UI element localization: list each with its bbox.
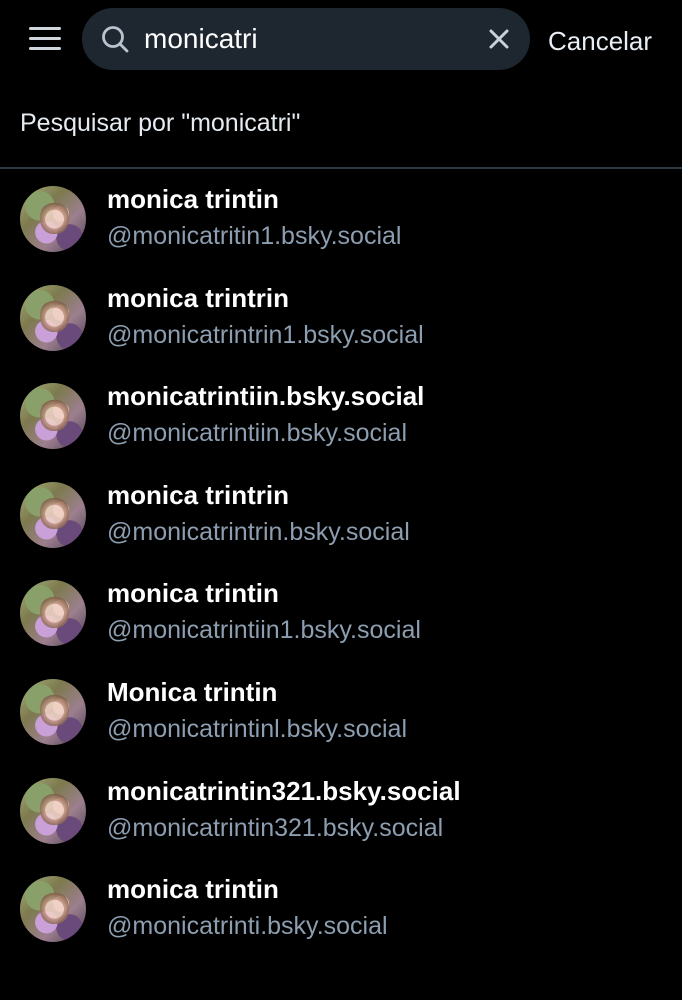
- result-handle: @monicatritin1.bsky.social: [107, 222, 402, 250]
- list-item[interactable]: monicatrintin321.bsky.social @monicatrin…: [0, 761, 682, 860]
- result-name: monica trintrin: [107, 479, 290, 510]
- cancel-button[interactable]: Cancelar: [548, 26, 652, 57]
- list-item[interactable]: monica trintrin @monicatrintrin1.bsky.so…: [0, 268, 682, 367]
- result-handle: @monicatrintrin1.bsky.social: [107, 320, 424, 349]
- result-handle: @monicatrintiin.bsky.social: [107, 419, 408, 448]
- result-name: monicatrintin321.bsky.social: [107, 775, 461, 806]
- list-item[interactable]: Monica trintin @monicatrintinl.bsky.soci…: [0, 662, 682, 761]
- result-handle: @monicatrintin321.bsky.social: [107, 813, 444, 842]
- close-icon[interactable]: [486, 26, 512, 52]
- result-handle: @monicatrintinl.bsky.social: [107, 714, 408, 743]
- list-item[interactable]: monica trintrin @monicatrintrin.bsky.soc…: [0, 465, 682, 564]
- result-name: monica trintin: [107, 578, 279, 609]
- result-name: monicatrintiin.bsky.social: [107, 381, 425, 412]
- result-handle: @monicatrinti.bsky.social: [107, 912, 388, 941]
- result-name: Monica trintin: [107, 676, 278, 707]
- list-item[interactable]: monicatrintiin.bsky.social @monicatrinti…: [0, 366, 682, 465]
- search-box[interactable]: [82, 8, 530, 70]
- search-icon: [102, 26, 129, 53]
- menu-icon-line: [29, 27, 61, 30]
- avatar: [20, 383, 86, 450]
- avatar: [20, 481, 86, 548]
- result-name: monica trintin: [107, 184, 279, 214]
- list-item[interactable]: monica trintin @monicatritin1.bsky.socia…: [0, 169, 682, 268]
- avatar: [20, 186, 86, 252]
- menu-icon-line: [29, 37, 61, 40]
- list-item[interactable]: monica trintin @monicatrintiin1.bsky.soc…: [0, 563, 682, 662]
- top-bar: Cancelar: [0, 0, 682, 80]
- avatar: [20, 777, 86, 844]
- result-name: monica trintin: [107, 874, 279, 905]
- result-name: monica trintrin: [107, 282, 290, 313]
- results-list: monica trintin @monicatritin1.bsky.socia…: [0, 169, 682, 958]
- avatar: [20, 284, 86, 351]
- menu-button[interactable]: [26, 24, 62, 54]
- menu-icon-line: [29, 47, 61, 50]
- avatar: [20, 678, 86, 745]
- result-handle: @monicatrintrin.bsky.social: [107, 517, 410, 546]
- avatar: [20, 580, 86, 647]
- avatar: [20, 876, 86, 943]
- search-input[interactable]: [144, 20, 464, 58]
- list-item[interactable]: monica trintin @monicatrinti.bsky.social: [0, 859, 682, 958]
- result-handle: @monicatrintiin1.bsky.social: [107, 616, 421, 645]
- search-for-query[interactable]: Pesquisar por "monicatri": [20, 109, 300, 138]
